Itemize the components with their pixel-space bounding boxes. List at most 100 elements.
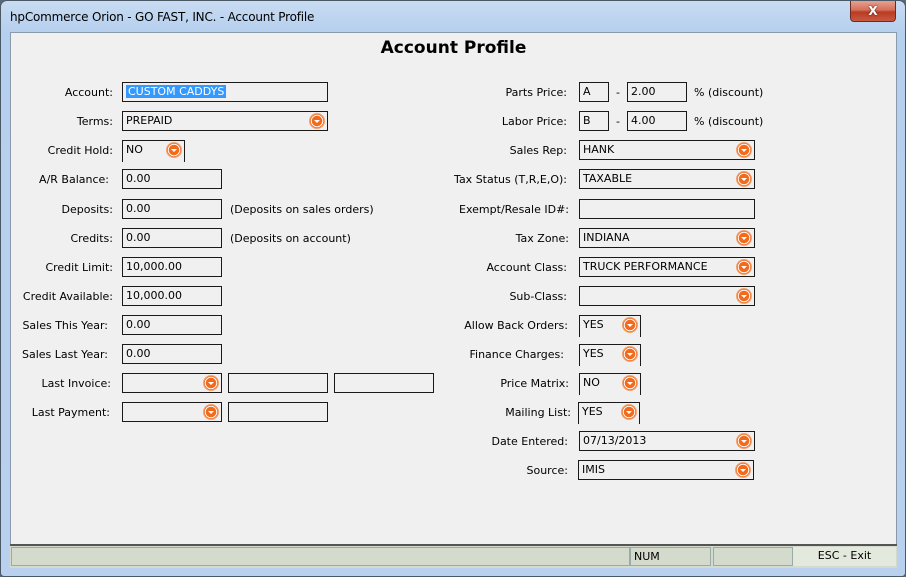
tax-status-value: TAXABLE	[583, 172, 633, 185]
window-title: hpCommerce Orion - GO FAST, INC. - Accou…	[10, 10, 315, 24]
tax-zone-label: Tax Zone:	[515, 232, 569, 245]
parts-price-level-field[interactable]: A	[579, 82, 609, 102]
chevron-down-icon[interactable]	[737, 143, 751, 157]
deposits-label: Deposits:	[61, 203, 114, 216]
chevron-down-icon[interactable]	[310, 114, 324, 128]
esc-exit-button[interactable]: ESC - Exit	[793, 547, 896, 566]
sales-this-year-field[interactable]: 0.00	[122, 315, 222, 335]
allow-back-orders-dropdown[interactable]: YES	[579, 315, 641, 337]
mailing-list-value: YES	[582, 405, 603, 418]
credits-label: Credits:	[70, 232, 113, 245]
sales-rep-dropdown[interactable]: HANK	[579, 140, 755, 160]
chevron-down-icon[interactable]	[737, 260, 751, 274]
credit-hold-label: Credit Hold:	[47, 144, 113, 157]
credits-note: (Deposits on account)	[230, 232, 351, 245]
price-matrix-dropdown[interactable]: NO	[579, 373, 641, 395]
date-entered-value: 07/13/2013	[583, 434, 647, 447]
last-invoice-dropdown[interactable]	[122, 373, 222, 393]
labor-price-suffix: % (discount)	[694, 115, 764, 128]
last-payment-label: Last Payment:	[31, 406, 110, 419]
last-payment-dropdown[interactable]	[122, 402, 222, 422]
parts-price-dash: -	[616, 86, 620, 99]
app-window: hpCommerce Orion - GO FAST, INC. - Accou…	[0, 0, 906, 577]
parts-price-percent-field[interactable]: 2.00	[627, 82, 687, 102]
credit-limit-field[interactable]: 10,000.00	[122, 257, 222, 277]
exempt-id-label: Exempt/Resale ID#:	[459, 203, 569, 216]
credit-available-field[interactable]: 10,000.00	[122, 286, 222, 306]
account-label: Account:	[64, 86, 113, 99]
chevron-down-icon[interactable]	[167, 143, 181, 157]
ar-balance-label: A/R Balance:	[39, 173, 109, 186]
chevron-down-icon[interactable]	[623, 347, 637, 361]
credit-hold-dropdown[interactable]: NO	[122, 140, 185, 162]
labor-price-label: Labor Price:	[501, 115, 567, 128]
source-label: Source:	[526, 464, 569, 477]
account-class-value: TRUCK PERFORMANCE	[583, 260, 708, 273]
date-entered-dropdown[interactable]: 07/13/2013	[579, 431, 755, 451]
chevron-down-icon[interactable]	[204, 376, 218, 390]
close-icon: X	[868, 4, 878, 18]
chevron-down-icon[interactable]	[737, 231, 751, 245]
sales-last-year-label: Sales Last Year:	[22, 348, 108, 361]
labor-price-percent-field[interactable]: 4.00	[627, 111, 687, 131]
price-matrix-value: NO	[583, 376, 600, 389]
source-value: IMIS	[582, 463, 605, 476]
credit-hold-value: NO	[126, 143, 143, 156]
close-button[interactable]: X	[850, 1, 896, 22]
status-bar: NUM ESC - Exit	[10, 544, 897, 568]
sales-this-year-label: Sales This Year:	[22, 319, 108, 332]
account-value: CUSTOM CADDYS	[126, 85, 227, 98]
chevron-down-icon[interactable]	[622, 405, 636, 419]
sub-class-dropdown[interactable]	[579, 286, 755, 306]
last-invoice-field-2[interactable]	[228, 373, 328, 393]
parts-price-label: Parts Price:	[505, 86, 567, 99]
last-payment-field-2[interactable]	[228, 402, 328, 422]
credit-available-label: Credit Available:	[22, 290, 113, 303]
account-field[interactable]: CUSTOM CADDYS	[122, 82, 328, 102]
status-blank	[713, 547, 793, 566]
account-profile-form: Account Profile Account: CUSTOM CADDYS T…	[10, 32, 897, 545]
chevron-down-icon[interactable]	[737, 289, 751, 303]
date-entered-label: Date Entered:	[491, 435, 568, 448]
sales-rep-value: HANK	[583, 143, 615, 156]
account-class-label: Account Class:	[486, 261, 567, 274]
allow-back-orders-label: Allow Back Orders:	[464, 319, 568, 332]
credit-limit-label: Credit Limit:	[45, 261, 113, 274]
allow-back-orders-value: YES	[583, 318, 604, 331]
chevron-down-icon[interactable]	[204, 405, 218, 419]
exempt-id-field[interactable]	[579, 199, 755, 219]
sales-last-year-field[interactable]: 0.00	[122, 344, 222, 364]
chevron-down-icon[interactable]	[736, 463, 750, 477]
tax-status-dropdown[interactable]: TAXABLE	[579, 169, 755, 189]
finance-charges-dropdown[interactable]: YES	[579, 344, 641, 366]
last-invoice-label: Last Invoice:	[41, 377, 111, 390]
deposits-field[interactable]: 0.00	[122, 199, 222, 219]
title-bar: hpCommerce Orion - GO FAST, INC. - Accou…	[1, 1, 905, 34]
chevron-down-icon[interactable]	[737, 172, 751, 186]
chevron-down-icon[interactable]	[623, 318, 637, 332]
sales-rep-label: Sales Rep:	[509, 144, 567, 157]
tax-zone-dropdown[interactable]: INDIANA	[579, 228, 755, 248]
tax-zone-value: INDIANA	[583, 231, 630, 244]
price-matrix-label: Price Matrix:	[500, 377, 569, 390]
account-class-dropdown[interactable]: TRUCK PERFORMANCE	[579, 257, 755, 277]
page-title: Account Profile	[380, 38, 527, 58]
credits-field[interactable]: 0.00	[122, 228, 222, 248]
labor-price-level-field[interactable]: B	[579, 111, 609, 131]
deposits-note: (Deposits on sales orders)	[230, 203, 374, 216]
parts-price-suffix: % (discount)	[694, 86, 764, 99]
labor-price-dash: -	[616, 115, 620, 128]
terms-value: PREPAID	[126, 114, 173, 127]
chevron-down-icon[interactable]	[623, 376, 637, 390]
terms-dropdown[interactable]: PREPAID	[122, 111, 328, 131]
finance-charges-value: YES	[583, 347, 604, 360]
finance-charges-label: Finance Charges:	[469, 348, 565, 361]
mailing-list-label: Mailing List:	[505, 406, 571, 419]
tax-status-label: Tax Status (T,R,E,O):	[454, 173, 567, 186]
source-dropdown[interactable]: IMIS	[578, 460, 754, 480]
chevron-down-icon[interactable]	[737, 434, 751, 448]
mailing-list-dropdown[interactable]: YES	[578, 402, 640, 424]
status-message	[11, 547, 630, 566]
sub-class-label: Sub-Class:	[509, 290, 567, 303]
ar-balance-field[interactable]: 0.00	[122, 169, 222, 189]
